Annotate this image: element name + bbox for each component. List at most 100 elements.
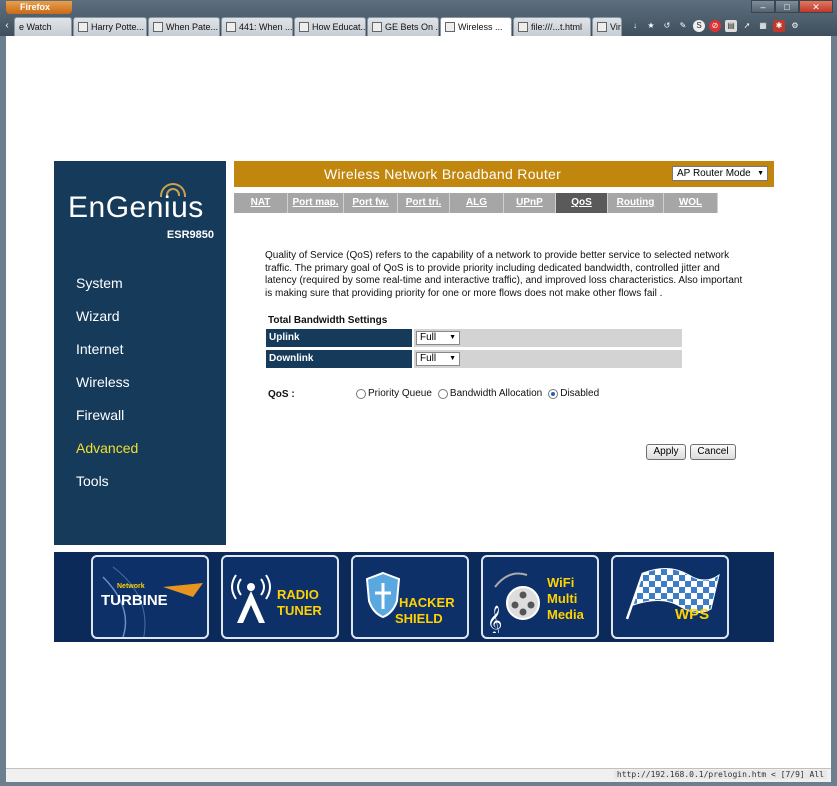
feature-label: SHIELD: [395, 611, 443, 626]
radio-button[interactable]: [437, 388, 448, 399]
favicon-icon: [445, 22, 455, 32]
browser-window-chrome: Firefox – □ ✕ ‹ e Watch Harry Potte... W…: [0, 0, 837, 36]
settings-icon[interactable]: ⚙: [789, 20, 801, 32]
feature-label: TUNER: [277, 603, 322, 618]
browser-tab[interactable]: Harry Potte...: [73, 17, 147, 36]
feature-radio-tuner: RADIO TUNER: [221, 555, 339, 639]
uplink-cell: Full ▼: [414, 329, 682, 347]
status-url: http://192.168.0.1/prelogin.htm < [7/9] …: [613, 770, 827, 779]
browser-tab[interactable]: 441: When ...: [221, 17, 293, 36]
firefox-menu-button[interactable]: Firefox: [6, 1, 72, 14]
nav-item-system[interactable]: System: [76, 273, 138, 306]
nav-item-wireless[interactable]: Wireless: [76, 372, 138, 405]
download-icon[interactable]: ↓: [629, 20, 641, 32]
header-bar: Wireless Network Broadband Router AP Rou…: [234, 161, 774, 187]
feature-label: Multi: [547, 591, 578, 606]
downlink-select-value: Full: [420, 353, 437, 364]
feature-label: TURBINE: [101, 592, 168, 609]
qos-option-priority-queue[interactable]: Priority Queue: [356, 388, 432, 399]
tab-wol[interactable]: WOL: [664, 193, 718, 213]
feature-label: HACKER: [399, 595, 455, 610]
tab-routing[interactable]: Routing: [608, 193, 664, 213]
browser-tab[interactable]: How Educat...: [294, 17, 366, 36]
apply-button[interactable]: Apply: [646, 444, 686, 460]
tab-label: Harry Potte...: [91, 22, 145, 32]
tab-label: 441: When ...: [239, 22, 293, 32]
bookmark-icon[interactable]: ★: [645, 20, 657, 32]
radio-button-checked[interactable]: [548, 388, 559, 399]
nav-item-wizard[interactable]: Wizard: [76, 306, 138, 339]
browser-tab[interactable]: GE Bets On ...: [367, 17, 439, 36]
radio-label: Bandwidth Allocation: [449, 388, 543, 399]
tab-scroll-left-icon[interactable]: ‹: [0, 16, 14, 36]
downlink-label: Downlink: [266, 350, 412, 368]
tab-port-map[interactable]: Port map.: [288, 193, 344, 213]
tab-port-fw[interactable]: Port fw.: [344, 193, 398, 213]
favicon-icon: [372, 22, 382, 32]
router-sidebar: EnGenius ESR9850 System Wizard Internet …: [54, 161, 226, 545]
tab-label: How Educat...: [312, 22, 366, 32]
page-icon[interactable]: ▤: [725, 20, 737, 32]
browser-tab[interactable]: e Watch: [14, 17, 72, 36]
bandwidth-settings-title: Total Bandwidth Settings: [268, 315, 388, 326]
nav-item-firewall[interactable]: Firewall: [76, 405, 138, 438]
qos-option-bandwidth-allocation[interactable]: Bandwidth Allocation: [437, 388, 543, 399]
feature-banner: Network TURBINE RADIO TUNER HACKER SHIEL…: [54, 552, 774, 642]
uplink-row: Uplink Full ▼: [266, 329, 682, 347]
favicon-icon: [299, 22, 309, 32]
toolbar-icons: ↓ ★ ↺ ✎ S ⊘ ▤ ➚ ▦ ✱ ⚙: [629, 16, 801, 36]
minimize-icon[interactable]: –: [751, 0, 775, 13]
addon-icon[interactable]: ✱: [773, 20, 785, 32]
maximize-icon[interactable]: □: [775, 0, 799, 13]
downlink-select[interactable]: Full ▼: [416, 352, 460, 366]
qos-radio-group: Priority Queue Bandwidth Allocation Disa…: [356, 388, 601, 399]
feature-label: Media: [547, 607, 584, 622]
grid-icon[interactable]: ▦: [757, 20, 769, 32]
mode-select[interactable]: AP Router Mode ▼: [672, 166, 768, 181]
uplink-select[interactable]: Full ▼: [416, 331, 460, 345]
browser-tab[interactable]: When Pate...: [148, 17, 220, 36]
cancel-button[interactable]: Cancel: [690, 444, 736, 460]
favicon-icon: [597, 22, 607, 32]
nav-item-tools[interactable]: Tools: [76, 471, 138, 504]
chevron-down-icon: ▼: [449, 355, 456, 362]
radio-button[interactable]: [356, 388, 366, 399]
qos-option-disabled[interactable]: Disabled: [548, 388, 599, 399]
nav-item-internet[interactable]: Internet: [76, 339, 138, 372]
tab-alg[interactable]: ALG: [450, 193, 504, 213]
tab-qos[interactable]: QoS: [556, 193, 608, 213]
abp-icon[interactable]: ⊘: [709, 20, 721, 32]
tab-nat[interactable]: NAT: [234, 193, 288, 213]
tab-label: GE Bets On ...: [385, 22, 439, 32]
pen-icon[interactable]: ✎: [677, 20, 689, 32]
main-nav: System Wizard Internet Wireless Firewall…: [76, 273, 138, 504]
feature-label: WPS: [675, 606, 710, 623]
chevron-down-icon: ▼: [757, 170, 764, 177]
tab-port-tri[interactable]: Port tri.: [398, 193, 450, 213]
tab-close-icon[interactable]: ✕: [510, 18, 511, 36]
status-bar: http://192.168.0.1/prelogin.htm < [7/9] …: [6, 768, 831, 782]
browser-tab[interactable]: file:///...t.html: [513, 17, 591, 36]
skype-icon[interactable]: S: [693, 20, 705, 32]
film-reel-icon: 𝄞: [487, 572, 540, 633]
browser-tab-active[interactable]: Wireless ... ✕: [440, 17, 512, 36]
feature-turbine: Network TURBINE: [91, 555, 209, 639]
tab-label: Wireless ...: [458, 22, 503, 32]
downlink-row: Downlink Full ▼: [266, 350, 682, 368]
qos-label: QoS :: [268, 389, 295, 400]
tab-label: When Pate...: [166, 22, 219, 32]
uplink-label: Uplink: [266, 329, 412, 347]
radio-label: Disabled: [560, 388, 600, 399]
feature-label: RADIO: [277, 587, 319, 602]
page-title: Wireless Network Broadband Router: [324, 166, 562, 182]
history-icon[interactable]: ↺: [661, 20, 673, 32]
nav-item-advanced[interactable]: Advanced: [76, 438, 138, 471]
arrow-icon[interactable]: ➚: [741, 20, 753, 32]
downlink-cell: Full ▼: [414, 350, 682, 368]
tab-upnp[interactable]: UPnP: [504, 193, 556, 213]
page-viewport: EnGenius ESR9850 System Wizard Internet …: [6, 36, 831, 768]
close-icon[interactable]: ✕: [799, 0, 833, 13]
feature-label: WiFi: [547, 575, 575, 590]
favicon-icon: [518, 22, 528, 32]
browser-tab[interactable]: Vir: [592, 17, 622, 36]
